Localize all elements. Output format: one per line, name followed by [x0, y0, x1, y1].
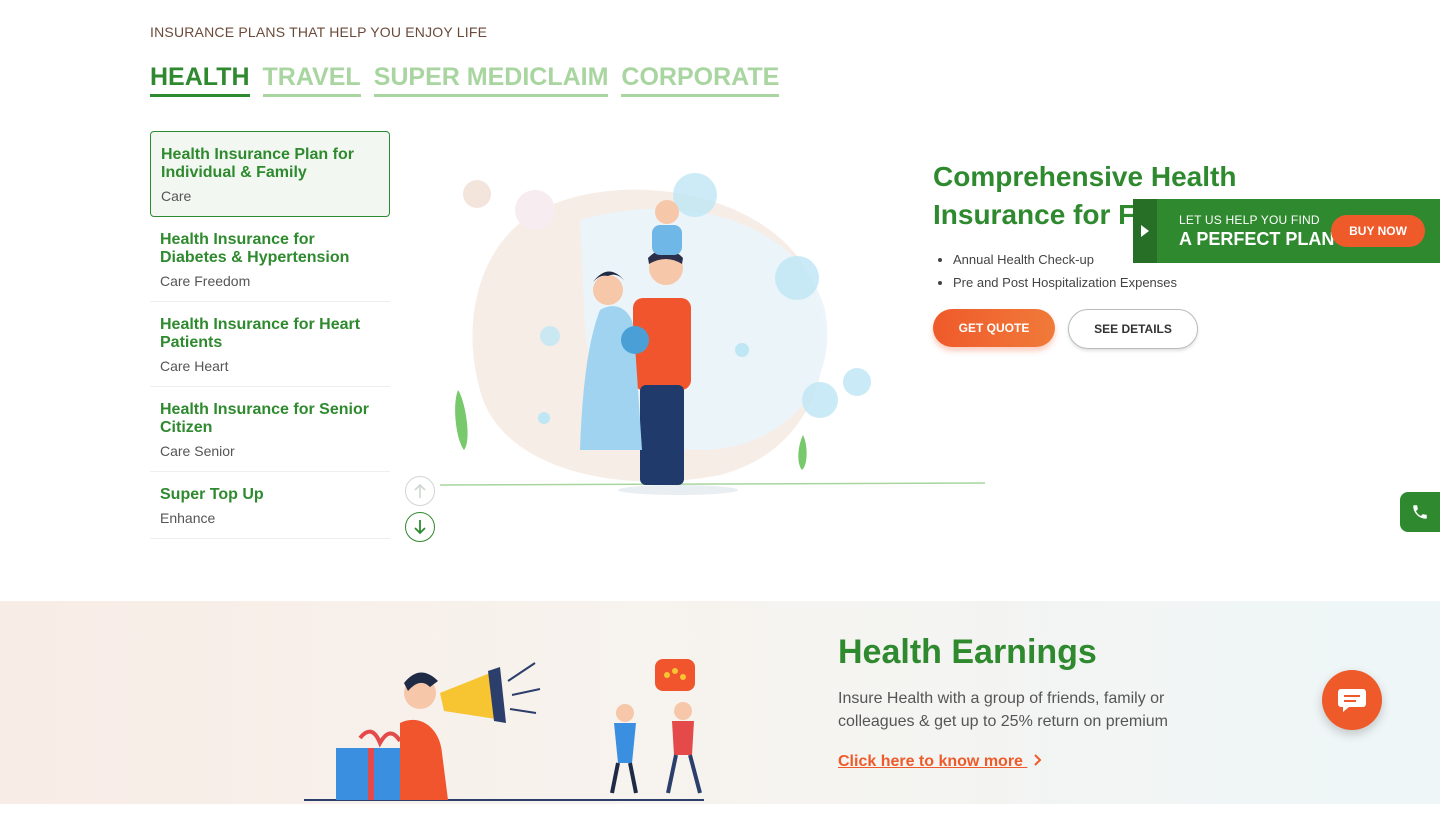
plan-subtitle: Care Freedom [160, 273, 251, 289]
buy-now-button[interactable]: BUY NOW [1331, 215, 1425, 247]
plan-list: Health Insurance Plan for Individual & F… [150, 131, 390, 541]
plans-eyebrow: INSURANCE PLANS THAT HELP YOU ENJOY LIFE [150, 24, 488, 40]
help-banner-text: LET US HELP YOU FIND A PERFECT PLAN [1179, 213, 1334, 250]
help-banner: LET US HELP YOU FIND A PERFECT PLAN BUY … [1133, 199, 1440, 263]
benefit-item: Pre and Post Hospitalization Expenses [953, 271, 1243, 294]
tab-travel[interactable]: TRAVEL [262, 60, 361, 97]
tab-corporate[interactable]: CORPORATE [621, 60, 780, 97]
plan-title: Health Insurance for Diabetes & Hyperten… [160, 231, 350, 266]
plan-title: Super Top Up [160, 486, 264, 503]
plan-tabs: HEALTH TRAVEL SUPER MEDICLAIM CORPORATE [150, 60, 780, 97]
know-more-link[interactable]: Click here to know more [838, 753, 1043, 771]
chat-button[interactable] [1322, 670, 1382, 730]
play-arrow-icon [1141, 225, 1149, 237]
know-more-label: Click here to know more [838, 753, 1023, 770]
plan-subtitle: Care [161, 188, 192, 204]
plan-item-care-freedom[interactable]: Health Insurance for Diabetes & Hyperten… [150, 217, 390, 302]
earnings-illustration [304, 659, 704, 801]
plan-item-care-senior[interactable]: Health Insurance for Senior Citizen Care… [150, 387, 390, 472]
cta-row: GET QUOTE SEE DETAILS [933, 309, 1198, 349]
arrow-down-icon [414, 520, 426, 535]
help-banner-small: LET US HELP YOU FIND [1179, 212, 1320, 227]
call-button[interactable] [1400, 492, 1440, 532]
plan-subtitle: Enhance [160, 510, 216, 526]
plan-subtitle: Care Heart [160, 358, 229, 374]
scroll-down-button[interactable] [405, 512, 435, 542]
health-earnings-section: Health Earnings Insure Health with a gro… [0, 601, 1440, 804]
plan-item-care-heart[interactable]: Health Insurance for Heart Patients Care… [150, 302, 390, 387]
help-banner-toggle[interactable] [1133, 199, 1157, 263]
plan-item-care[interactable]: Health Insurance Plan for Individual & F… [150, 131, 390, 217]
help-banner-big: A PERFECT PLAN [1179, 228, 1335, 249]
plan-title: Health Insurance for Heart Patients [160, 316, 361, 351]
family-illustration [439, 173, 986, 495]
plan-subtitle: Care Senior [160, 443, 235, 459]
chat-icon [1338, 689, 1366, 712]
chevron-right-icon [1034, 754, 1042, 766]
tab-super-mediclaim[interactable]: SUPER MEDICLAIM [373, 60, 609, 97]
see-details-button[interactable]: SEE DETAILS [1068, 309, 1198, 349]
get-quote-button[interactable]: GET QUOTE [933, 309, 1055, 347]
plan-title: Health Insurance for Senior Citizen [160, 401, 369, 436]
earnings-title: Health Earnings [838, 633, 1097, 671]
plan-item-super-top-up[interactable]: Super Top Up Enhance [150, 472, 390, 539]
phone-icon [1413, 505, 1427, 519]
earnings-description: Insure Health with a group of friends, f… [838, 690, 1168, 730]
plan-title: Health Insurance Plan for Individual & F… [161, 146, 354, 181]
tab-health[interactable]: HEALTH [150, 60, 250, 97]
